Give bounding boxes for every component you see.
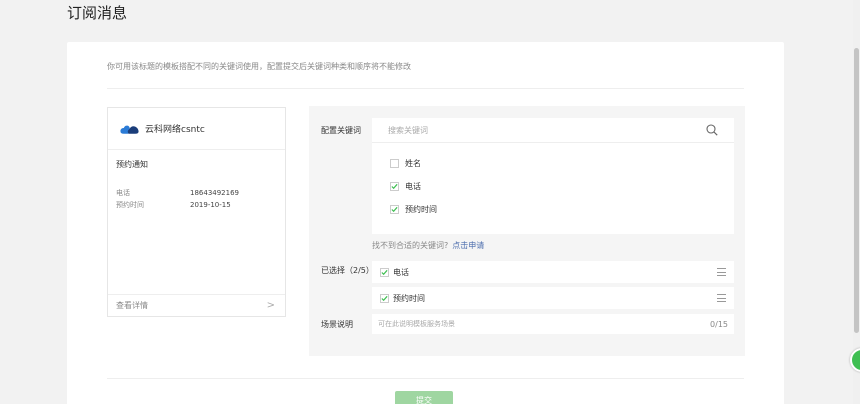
keyword-search (372, 118, 734, 143)
preview-header: 云科网络csntc (108, 108, 285, 150)
description-text: 你可用该标题的模板搭配不同的关键词使用，配置提交后关键词种类和顺序将不能修改 (107, 62, 411, 71)
scene-label: 场景说明 (321, 320, 353, 329)
selected-item-phone[interactable]: 电话 (372, 261, 734, 283)
keyword-search-input[interactable] (388, 125, 706, 135)
selected-item-label: 预约时间 (393, 293, 425, 303)
keyword-option-name[interactable]: 姓名 (390, 158, 421, 169)
scrollbar-thumb[interactable] (854, 48, 859, 333)
checkbox-checked[interactable] (390, 205, 399, 214)
view-details-label: 查看详情 (116, 301, 148, 310)
selected-item-label: 电话 (393, 267, 409, 277)
divider (107, 88, 744, 89)
floating-help-icon[interactable] (850, 348, 860, 372)
checkbox-checked[interactable] (380, 293, 389, 303)
view-details-link[interactable]: 查看详情 > (108, 294, 285, 316)
keyword-option-label: 预约时间 (405, 205, 437, 214)
message-preview-card: 云科网络csntc 预约通知 电话 18643492169 预约时间 2019-10… (107, 107, 286, 317)
page-title: 订阅消息 (67, 4, 128, 22)
keyword-option-time[interactable]: 预约时间 (390, 204, 437, 215)
keyword-hint: 找不到合适的关键词? 点击申请 (372, 240, 484, 251)
checkbox-checked[interactable] (380, 267, 389, 277)
field-value: 18643492169 (190, 189, 239, 197)
check-icon (381, 295, 388, 301)
search-icon[interactable] (706, 124, 718, 136)
keyword-option-phone[interactable]: 电话 (390, 181, 421, 192)
apply-keyword-link[interactable]: 点击申请 (452, 241, 484, 250)
char-counter: 0/15 (710, 319, 728, 329)
check-icon (391, 206, 398, 213)
keyword-selector: 姓名 电话 预约时间 (372, 118, 734, 234)
field-key: 预约时间 (116, 201, 144, 209)
preview-field-time: 预约时间 2019-10-15 (116, 200, 231, 210)
selected-label: 已选择（2/5） (321, 266, 374, 275)
keyword-option-label: 姓名 (405, 159, 421, 168)
divider (107, 378, 744, 379)
checkbox-unchecked[interactable] (390, 159, 399, 168)
drag-handle-icon[interactable] (717, 268, 726, 276)
scene-input[interactable] (378, 320, 711, 328)
drag-handle-icon[interactable] (717, 294, 726, 302)
submit-button[interactable]: 提交 (395, 391, 453, 404)
chevron-right-icon: > (266, 300, 275, 311)
check-icon (391, 183, 398, 190)
field-key: 电话 (116, 189, 130, 197)
field-value: 2019-10-15 (190, 201, 231, 209)
hint-text: 找不到合适的关键词? (372, 241, 449, 250)
scrollbar[interactable] (853, 0, 860, 404)
preview-field-phone: 电话 18643492169 (116, 188, 239, 198)
keyword-option-label: 电话 (405, 182, 421, 191)
brand-name: 云科网络csntc (145, 125, 205, 135)
cloud-logo-icon (120, 125, 139, 134)
check-icon (381, 269, 388, 275)
checkbox-checked[interactable] (390, 182, 399, 191)
scene-field: 0/15 (372, 314, 734, 334)
config-panel: 配置关键词 姓名 电话 (309, 106, 745, 356)
selected-item-time[interactable]: 预约时间 (372, 287, 734, 309)
keywords-label: 配置关键词 (321, 126, 361, 135)
notice-title: 预约通知 (116, 160, 148, 169)
main-card: 你可用该标题的模板搭配不同的关键词使用，配置提交后关键词种类和顺序将不能修改 云… (67, 42, 784, 404)
